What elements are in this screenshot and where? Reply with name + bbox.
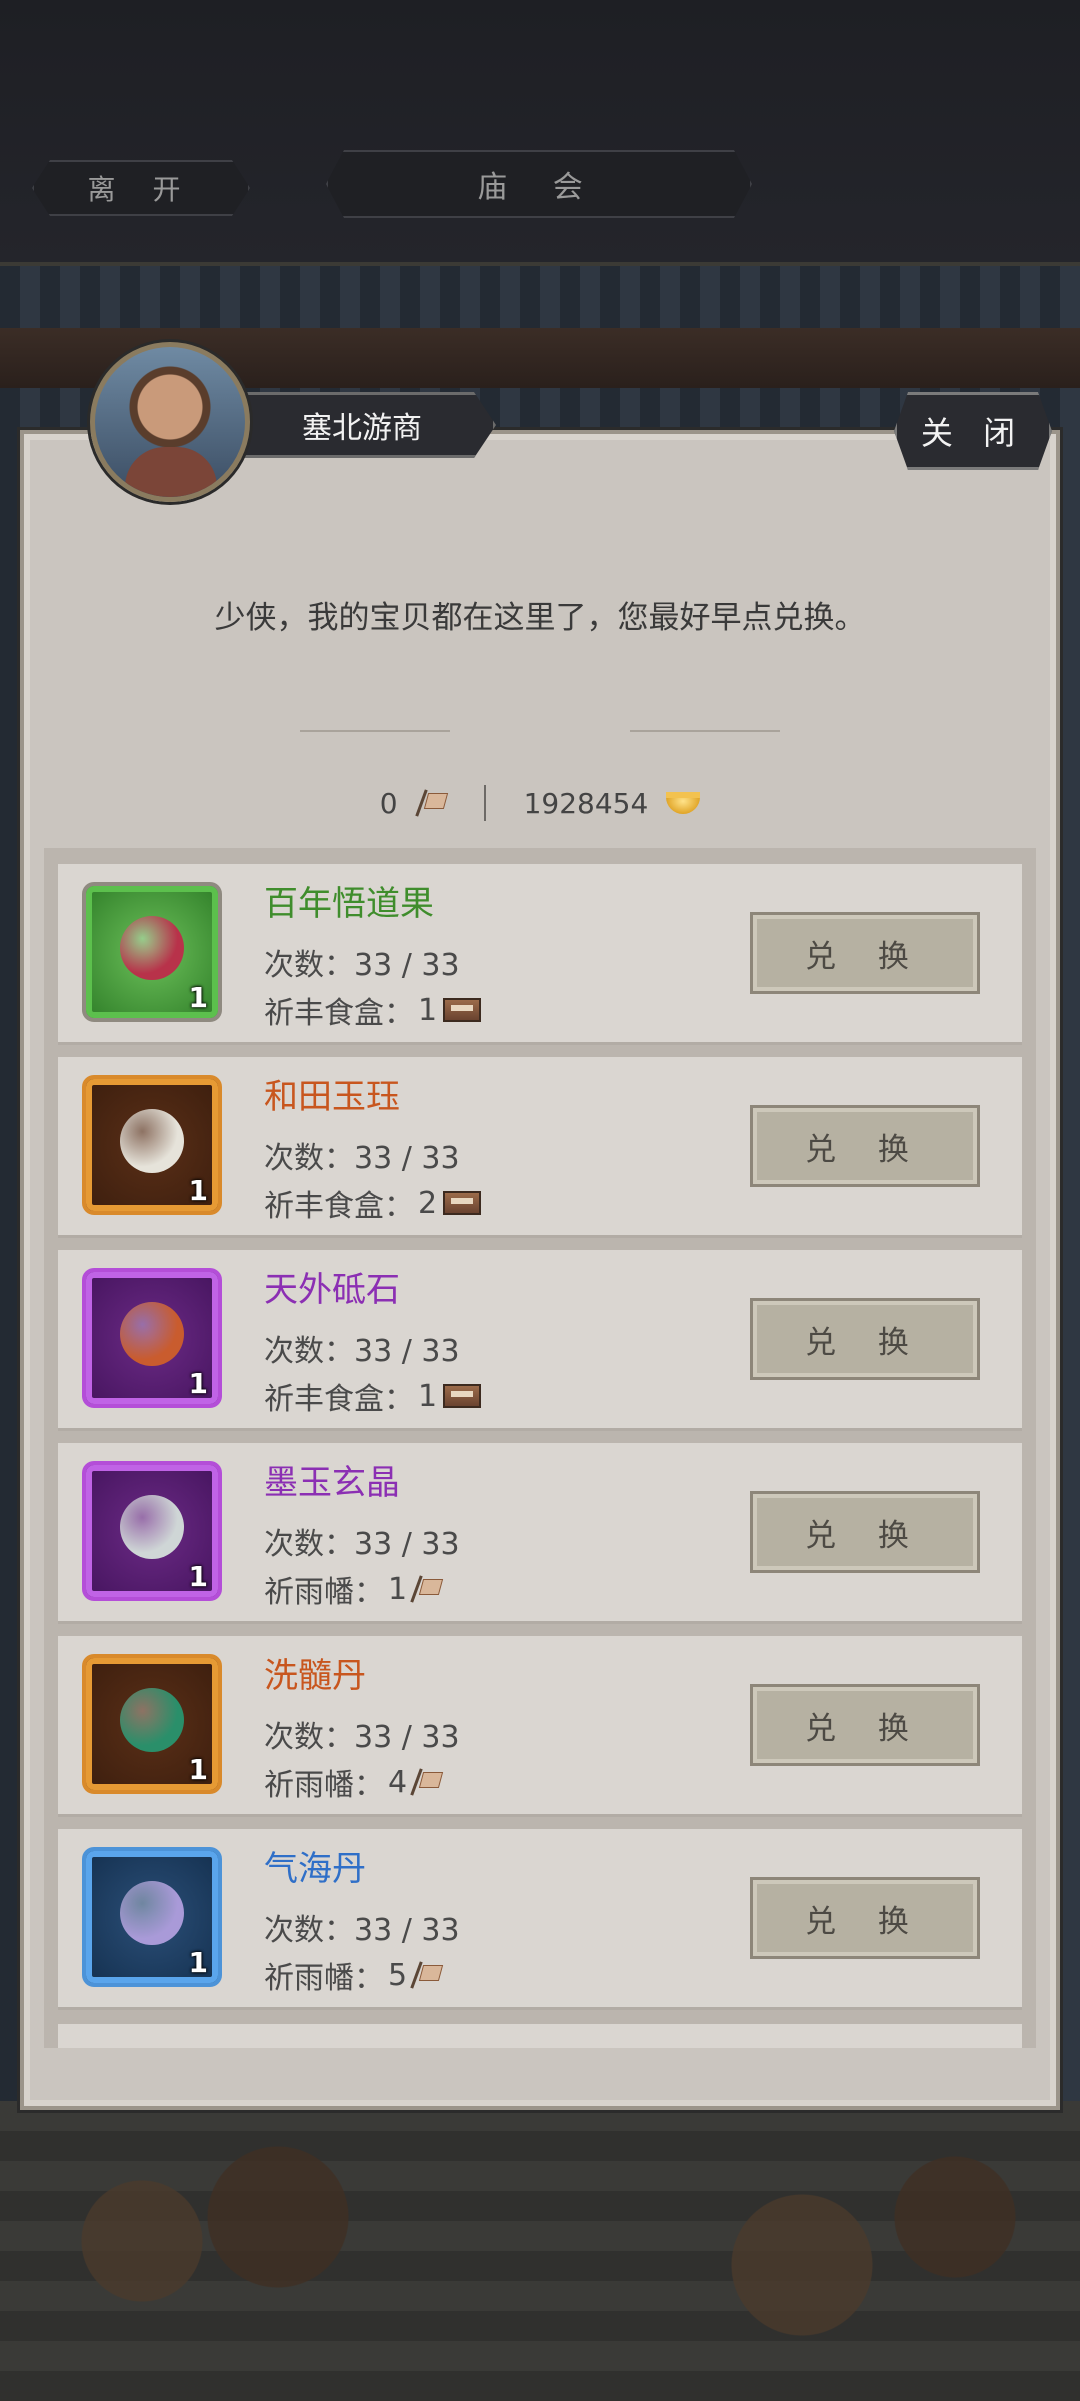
item-exchange-times: 次数：33 / 33 <box>264 1720 460 1755</box>
food-box-icon <box>443 1384 482 1408</box>
barrels-right <box>700 2121 1040 2361</box>
item-name: 气海丹 <box>264 1849 366 1889</box>
rain-flag-icon <box>411 1575 441 1603</box>
item-exchange-times: 次数：33 / 33 <box>264 1141 460 1176</box>
item-icon-frame[interactable]: 1 <box>82 1654 222 1794</box>
food-box-icon <box>443 998 482 1022</box>
list-item: 1 百年悟道果 次数：33 / 33 祈丰食盒： 1 兑 换 <box>58 864 1022 1042</box>
item-cost-value: 1 <box>418 992 438 1028</box>
item-exchange-times: 次数：33 / 33 <box>264 948 460 983</box>
item-count: 1 <box>188 1174 208 1207</box>
food-box-icon <box>443 1191 482 1215</box>
exchange-button[interactable]: 兑 换 <box>750 1298 980 1380</box>
exchange-button[interactable]: 兑 换 <box>750 1684 980 1766</box>
exchange-button[interactable]: 兑 换 <box>750 912 980 994</box>
currency-separator <box>483 785 486 821</box>
list-item-partial <box>58 2024 1022 2048</box>
item-icon <box>120 1302 184 1366</box>
item-cost-value: 5 <box>388 1957 408 1993</box>
item-cost-label: 祈丰食盒： <box>264 1382 414 1417</box>
item-icon <box>120 1688 184 1752</box>
gold-currency-value: 1928454 <box>523 786 649 820</box>
item-exchange-times: 次数：33 / 33 <box>264 1527 460 1562</box>
item-cost-value: 1 <box>418 1378 438 1414</box>
item-cost-label: 祈雨幡： <box>264 1575 384 1610</box>
item-icon-frame[interactable]: 1 <box>82 1075 222 1215</box>
leave-button[interactable]: 离 开 <box>32 160 250 216</box>
item-count: 1 <box>188 981 208 1014</box>
item-cost-label: 祈丰食盒： <box>264 996 414 1031</box>
item-exchange-times: 次数：33 / 33 <box>264 1913 460 1948</box>
item-count: 1 <box>188 1367 208 1400</box>
item-cost: 祈雨幡： 4 <box>264 1760 441 1804</box>
item-name: 天外砥石 <box>264 1270 400 1310</box>
item-count: 1 <box>188 1946 208 1979</box>
list-item: 1 天外砥石 次数：33 / 33 祈丰食盒： 1 兑 换 <box>58 1250 1022 1428</box>
item-icon-frame[interactable]: 1 <box>82 1847 222 1987</box>
item-cost: 祈丰食盒： 1 <box>264 1374 482 1418</box>
exchange-button[interactable]: 兑 换 <box>750 1105 980 1187</box>
item-cost-label: 祈雨幡： <box>264 1961 384 1996</box>
list-item: 1 墨玉玄晶 次数：33 / 33 祈雨幡： 1 兑 换 <box>58 1443 1022 1621</box>
item-icon-frame[interactable]: 1 <box>82 1461 222 1601</box>
merchant-name: 塞北游商 <box>302 411 422 446</box>
item-name: 墨玉玄晶 <box>264 1463 400 1503</box>
list-item: 1 洗髓丹次数：33 / 33 祈雨幡： 4 兑 换 <box>58 1636 1022 1814</box>
item-list[interactable]: 1 百年悟道果 次数：33 / 33 祈丰食盒： 1 兑 换 1 和田玉珏 次数：33 / 33… <box>44 848 1036 2048</box>
item-cost-value: 1 <box>388 1571 408 1607</box>
item-cost-label: 祈丰食盒： <box>264 1189 414 1224</box>
exchange-button[interactable]: 兑 换 <box>750 1491 980 1573</box>
item-name: 洗髓丹 <box>264 1656 366 1696</box>
rain-flag-icon <box>416 789 446 817</box>
item-cost: 祈雨幡： 1 <box>264 1567 441 1611</box>
item-cost-value: 4 <box>388 1764 408 1800</box>
merchant-avatar <box>90 342 250 502</box>
barrels-left <box>40 2121 380 2361</box>
top-bar: 离 开 庙 会 <box>0 0 1080 266</box>
temple-fair-title: 庙 会 <box>326 150 752 218</box>
list-item: 1 和田玉珏次数：33 / 33 祈丰食盒： 2 兑 换 <box>58 1057 1022 1235</box>
divider-right <box>630 730 780 732</box>
rain-flag-icon <box>411 1768 441 1796</box>
item-icon <box>120 1109 184 1173</box>
merchant-greeting: 少侠，我的宝贝都在这里了，您最好早点兑换。 <box>214 600 866 636</box>
merchant-name-plate: 塞北游商 <box>228 392 496 458</box>
exchange-button[interactable]: 兑 换 <box>750 1877 980 1959</box>
item-name: 和田玉珏 <box>264 1077 400 1117</box>
item-cost-label: 祈雨幡： <box>264 1768 384 1803</box>
currency-bar: 0 1928454 <box>0 785 1080 821</box>
rain-flag-icon <box>411 1961 441 1989</box>
item-icon-frame[interactable]: 1 <box>82 1268 222 1408</box>
divider-left <box>300 730 450 732</box>
item-count: 1 <box>188 1560 208 1593</box>
item-icon <box>120 1881 184 1945</box>
item-exchange-times: 次数：33 / 33 <box>264 1334 460 1369</box>
item-cost-value: 2 <box>418 1185 438 1221</box>
flag-currency-value: 0 <box>379 786 398 820</box>
list-item: 1 气海丹次数：33 / 33 祈雨幡： 5 兑 换 <box>58 1829 1022 2007</box>
close-button[interactable]: 关 闭 <box>894 392 1052 470</box>
avatar-body <box>125 447 217 497</box>
item-count: 1 <box>188 1753 208 1786</box>
item-name: 百年悟道果 <box>264 884 434 924</box>
item-icon <box>120 1495 184 1559</box>
item-icon <box>120 916 184 980</box>
item-icon-frame[interactable]: 1 <box>82 882 222 1022</box>
item-cost: 祈丰食盒： 1 <box>264 988 482 1032</box>
item-cost: 祈雨幡： 5 <box>264 1953 441 1997</box>
gold-ingot-icon <box>666 792 701 814</box>
item-cost: 祈丰食盒： 2 <box>264 1181 482 1225</box>
